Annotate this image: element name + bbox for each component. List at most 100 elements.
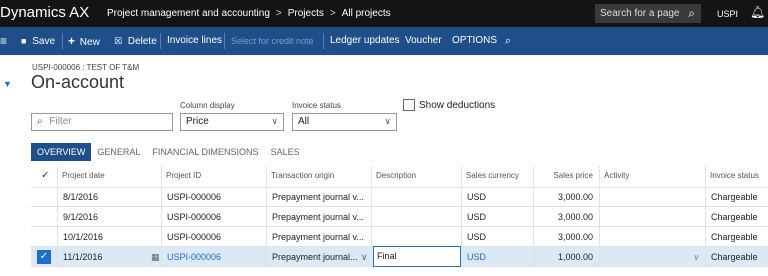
col-sales-currency[interactable]: Sales currency	[461, 166, 533, 186]
table-row-selected[interactable]: ✓ 11/1/2016 ▦ USPI-000006 Prepayment jou…	[31, 246, 768, 267]
breadcrumb: Project management and accounting > Proj…	[107, 8, 391, 19]
select-all-check-icon[interactable]: ✓	[37, 166, 57, 186]
table-row[interactable]: 8/1/2016 USPI-000006 Prepayment journal …	[31, 187, 768, 207]
col-description[interactable]: Description	[371, 166, 461, 186]
calendar-icon[interactable]: ▦	[149, 247, 161, 267]
column-divider	[599, 207, 600, 227]
breadcrumb-separator: >	[275, 8, 282, 19]
column-divider	[161, 227, 162, 247]
voucher-button[interactable]: Voucher	[405, 27, 442, 55]
cell-activity[interactable]	[603, 207, 703, 227]
cell-project-id[interactable]: USPI-000006	[165, 187, 265, 207]
search-icon[interactable]: ⌕	[688, 6, 695, 21]
cell-invoice-status[interactable]: Chargeable	[709, 207, 768, 227]
cell-transaction-origin[interactable]: Prepayment journal...	[270, 247, 360, 267]
hamburger-icon[interactable]: ≡	[0, 27, 7, 55]
cell-project-date[interactable]: 8/1/2016	[61, 187, 161, 207]
cell-project-date[interactable]: 11/1/2016	[61, 247, 147, 267]
cell-project-id[interactable]: USPI-000006	[165, 207, 265, 227]
cell-sales-currency[interactable]: USD	[465, 247, 533, 267]
breadcrumb-all-projects[interactable]: All projects	[342, 8, 391, 19]
description-input[interactable]: Final	[373, 246, 461, 267]
table-row[interactable]: 9/1/2016 USPI-000006 Prepayment journal …	[31, 207, 768, 227]
save-button[interactable]: ■ Save	[21, 27, 55, 55]
column-divider	[461, 227, 462, 247]
column-display-select[interactable]: Price ∨	[180, 113, 284, 131]
invoice-status-label: Invoice status	[292, 101, 341, 110]
column-divider	[57, 247, 58, 267]
cell-description[interactable]	[375, 187, 461, 207]
search-icon[interactable]: ⌕	[505, 27, 511, 55]
cell-activity[interactable]	[603, 227, 703, 247]
column-divider	[371, 187, 372, 207]
company-selector[interactable]: USPI	[717, 9, 738, 19]
invoice-status-select[interactable]: All ∨	[292, 113, 397, 131]
col-sales-price[interactable]: Sales price	[533, 166, 599, 186]
column-divider	[266, 187, 267, 207]
cell-project-id-link[interactable]: USPI-000006	[165, 247, 265, 267]
page-search-input[interactable]: Search for a page ⌕	[595, 4, 701, 23]
check-icon[interactable]: ✓	[37, 250, 51, 264]
filter-input[interactable]: ⌕ Filter	[31, 113, 173, 131]
cell-sales-price[interactable]: 3,000.00	[533, 187, 599, 207]
tab-financial-dimensions[interactable]: FINANCIAL DIMENSIONS	[146, 143, 265, 161]
cell-description[interactable]	[375, 207, 461, 227]
column-divider	[161, 207, 162, 227]
bell-icon[interactable]: 🔔︎	[750, 5, 765, 19]
cell-invoice-status[interactable]: Chargeable	[709, 227, 768, 247]
funnel-icon[interactable]: ▼	[3, 79, 12, 89]
table-row[interactable]: 10/1/2016 USPI-000006 Prepayment journal…	[31, 227, 768, 247]
col-transaction-origin[interactable]: Transaction origin	[266, 166, 371, 186]
show-deductions-checkbox[interactable]	[403, 99, 415, 111]
app-brand[interactable]: Dynamics AX	[0, 4, 89, 21]
chevron-down-icon[interactable]: ∨	[359, 247, 371, 267]
cell-transaction-origin[interactable]: Prepayment journal v...	[270, 227, 370, 247]
breadcrumb-projects[interactable]: Projects	[288, 8, 324, 19]
cell-sales-price[interactable]: 1,000.00	[533, 247, 599, 267]
cell-sales-price[interactable]: 3,000.00	[533, 227, 599, 247]
cell-invoice-status[interactable]: Chargeable	[709, 187, 768, 207]
col-project-date[interactable]: Project date	[57, 166, 161, 186]
cell-sales-currency[interactable]: USD	[465, 207, 533, 227]
cell-sales-price[interactable]: 3,000.00	[533, 207, 599, 227]
col-project-id[interactable]: Project ID	[161, 166, 266, 186]
tab-overview[interactable]: OVERVIEW	[31, 143, 92, 161]
invoice-lines-button[interactable]: Invoice lines	[167, 27, 222, 55]
action-toolbar: ≡ ■ Save + New ☒ Delete Invoice lines Se…	[0, 27, 768, 55]
column-divider	[371, 207, 372, 227]
column-divider	[161, 187, 162, 207]
save-icon: ■	[21, 36, 27, 46]
chevron-down-icon: ∨	[271, 116, 278, 126]
new-label: New	[79, 37, 100, 48]
column-divider	[461, 207, 462, 227]
cell-activity[interactable]	[603, 187, 703, 207]
new-button[interactable]: + New	[68, 27, 100, 55]
grid-header-row: ✓ Project date Project ID Transaction or…	[31, 166, 768, 188]
cell-transaction-origin[interactable]: Prepayment journal v...	[270, 187, 370, 207]
cell-project-id[interactable]: USPI-000006	[165, 227, 265, 247]
delete-button[interactable]: ☒ Delete	[114, 27, 157, 55]
cell-invoice-status[interactable]: Chargeable	[709, 247, 768, 267]
filter-placeholder: Filter	[49, 116, 72, 127]
cell-project-date[interactable]: 9/1/2016	[61, 207, 161, 227]
toolbar-divider	[160, 33, 161, 49]
cell-sales-currency[interactable]: USD	[465, 187, 533, 207]
plus-icon: +	[68, 34, 76, 48]
tab-general[interactable]: GENERAL	[91, 143, 147, 161]
save-label: Save	[32, 36, 56, 47]
options-tab[interactable]: OPTIONS	[452, 27, 497, 55]
cell-description[interactable]	[375, 227, 461, 247]
col-activity[interactable]: Activity	[599, 166, 705, 186]
search-placeholder: Search for a page	[600, 8, 680, 19]
col-invoice-status[interactable]: Invoice status	[705, 166, 768, 186]
select-for-credit-note-button[interactable]: Select for credit note	[231, 27, 314, 55]
cell-project-date[interactable]: 10/1/2016	[61, 227, 161, 247]
chevron-down-icon[interactable]: ∨	[691, 247, 703, 267]
breadcrumb-module[interactable]: Project management and accounting	[107, 8, 270, 19]
cell-transaction-origin[interactable]: Prepayment journal v...	[270, 207, 370, 227]
ledger-updates-button[interactable]: Ledger updates	[330, 27, 400, 55]
cell-activity[interactable]	[603, 247, 691, 267]
cell-sales-currency[interactable]: USD	[465, 227, 533, 247]
delete-label: Delete	[127, 36, 157, 47]
tab-sales[interactable]: SALES	[264, 143, 306, 161]
